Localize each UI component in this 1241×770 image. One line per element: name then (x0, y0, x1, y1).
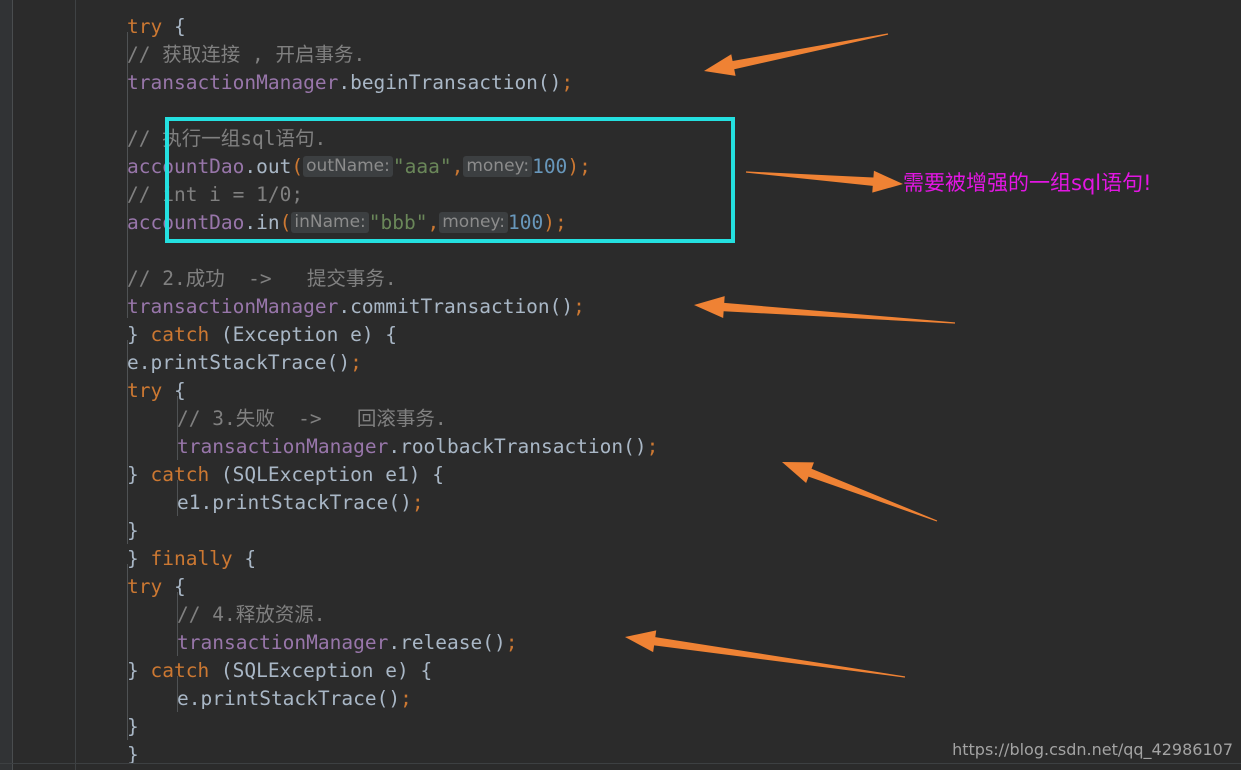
code-token: ; (505, 631, 518, 654)
code-line: transactionManager.release(); (0, 629, 1241, 657)
code-token: printStackTrace (150, 351, 327, 374)
code-line: transactionManager.commitTransaction(); (0, 293, 1241, 321)
code-token: printStackTrace (212, 491, 389, 514)
code-token: transactionManager (177, 435, 389, 458)
code-token: try (127, 379, 163, 402)
code-token: . (388, 435, 401, 458)
code-line: try { (0, 13, 1241, 41)
code-token: // 3.失败 -> 回滚事务. (177, 407, 447, 430)
code-token: () (326, 351, 351, 374)
code-token: // 2.成功 -> 提交事务. (127, 267, 397, 290)
code-token: SQLException (232, 463, 374, 486)
code-token: ; (411, 491, 424, 514)
code-token: Exception (232, 323, 339, 346)
code-line: e1.printStackTrace(); (0, 489, 1241, 517)
code-token: ; (561, 71, 574, 94)
code-token: e (127, 351, 139, 374)
code-line: // 获取连接 , 开启事务. (0, 41, 1241, 69)
code-token: } (127, 519, 139, 542)
code-token: catch (150, 659, 210, 682)
code-token: try (127, 15, 163, 38)
code-token: transactionManager (127, 295, 339, 318)
code-token: () (388, 491, 412, 514)
code-token: ; (573, 295, 585, 318)
code-token: ( (209, 323, 233, 346)
code-token: } (127, 323, 151, 346)
code-token: beginTransaction (350, 71, 538, 94)
code-token: . (200, 491, 213, 514)
code-line: // 2.成功 -> 提交事务. (0, 265, 1241, 293)
code-token: () (376, 687, 401, 710)
code-token: ; (400, 687, 412, 710)
code-token: ( (209, 659, 233, 682)
code-token: . (338, 71, 351, 94)
code-token: roolbackTransaction (400, 435, 624, 458)
screenshot-root: try {// 获取连接 , 开启事务. transactionManager.b… (0, 0, 1241, 770)
code-token: () (537, 71, 562, 94)
code-line: e.printStackTrace(); (0, 349, 1241, 377)
code-token: transactionManager (177, 631, 389, 654)
code-line: } (0, 517, 1241, 545)
code-line: } (0, 713, 1241, 741)
code-token: printStackTrace (200, 687, 377, 710)
code-token: catch (150, 323, 210, 346)
code-token: () (549, 295, 574, 318)
code-token: () (623, 435, 647, 458)
code-line: } finally { (0, 545, 1241, 573)
watermark-url: https://blog.csdn.net/qq_42986107 (952, 740, 1233, 759)
editor-bottom-rule (0, 763, 1241, 764)
code-token: e) { (373, 659, 433, 682)
code-token: ( (209, 463, 233, 486)
code-token: . (188, 687, 201, 710)
code-token: { (173, 15, 186, 38)
code-line: } catch (Exception e) { (0, 321, 1241, 349)
code-token: . (338, 295, 351, 318)
callout-label: 需要被增强的一组sql语句! (903, 171, 1152, 195)
code-token: SQLException (232, 659, 374, 682)
code-token: { (162, 575, 186, 598)
code-editor-text[interactable]: try {// 获取连接 , 开启事务. transactionManager.b… (0, 0, 1241, 770)
code-token: try (127, 575, 163, 598)
code-line: e.printStackTrace(); (0, 685, 1241, 713)
code-token: e (177, 687, 189, 710)
code-line: // 4.释放资源. (0, 601, 1241, 629)
code-line: } catch (SQLException e1) { (0, 461, 1241, 489)
code-token: . (138, 351, 151, 374)
code-token: { (232, 547, 257, 570)
code-token: () (482, 631, 506, 654)
code-token: // 4.释放资源. (177, 603, 326, 626)
code-token: transactionManager (127, 71, 339, 94)
code-token: } (127, 715, 139, 738)
code-token: finally (150, 547, 233, 570)
code-token: release (400, 631, 483, 654)
code-token: . (388, 631, 401, 654)
code-token: ; (350, 351, 362, 374)
code-token: e1 (177, 491, 201, 514)
code-line: try { (0, 377, 1241, 405)
code-token: commitTransaction (350, 295, 550, 318)
code-token: catch (150, 463, 210, 486)
code-line: transactionManager.beginTransaction(); (0, 69, 1241, 97)
code-token: // 获取连接 , 开启事务. (127, 43, 366, 66)
code-line: try { (0, 573, 1241, 601)
code-token: } (127, 463, 151, 486)
code-token: } (127, 659, 151, 682)
code-line: transactionManager.roolbackTransaction()… (0, 433, 1241, 461)
code-line: } catch (SQLException e) { (0, 657, 1241, 685)
code-token: ; (646, 435, 659, 458)
code-token: e) { (338, 323, 398, 346)
sql-group-highlight-box (165, 117, 735, 243)
code-line: // 3.失败 -> 回滚事务. (0, 405, 1241, 433)
code-token: { (162, 379, 186, 402)
code-token: } (127, 547, 151, 570)
code-token: e1) { (373, 463, 445, 486)
